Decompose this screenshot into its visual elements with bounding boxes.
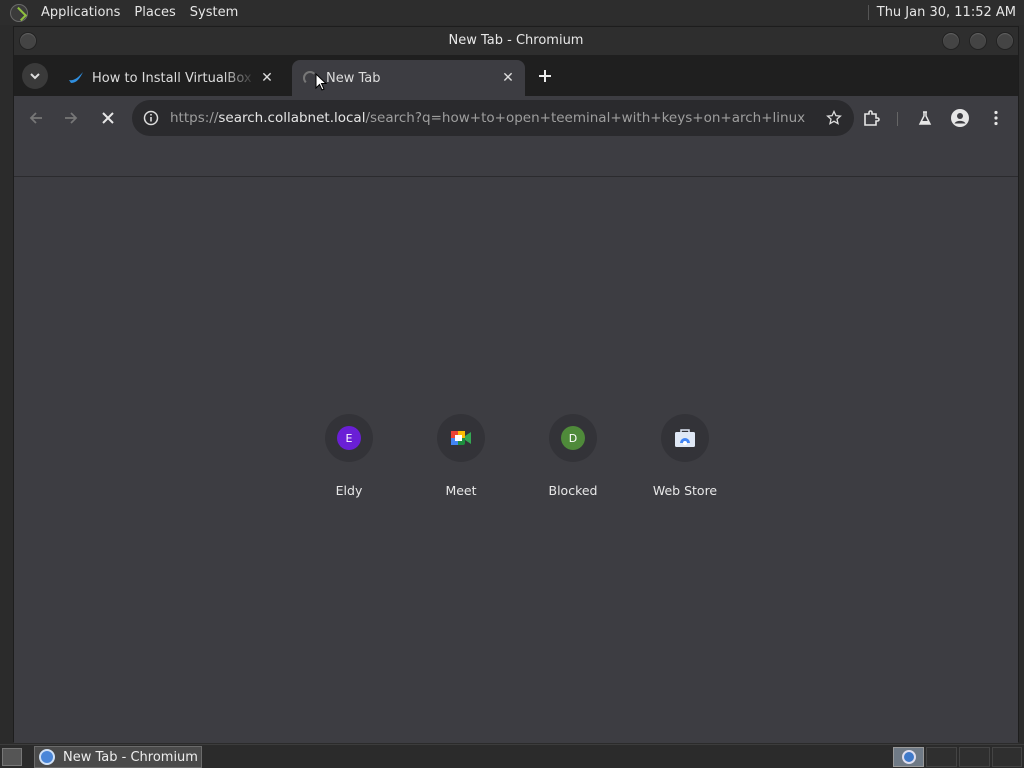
profile-button[interactable]: [946, 104, 974, 132]
taskbar-window-label: New Tab - Chromium: [63, 749, 198, 765]
clock[interactable]: Thu Jan 30, 11:52 AM: [867, 5, 1020, 20]
arrow-right-icon: [65, 112, 78, 124]
close-icon: [102, 112, 114, 124]
maximize-button[interactable]: [969, 32, 987, 50]
url-host: search.collabnet.local: [218, 110, 366, 126]
taskbar-window-button[interactable]: New Tab - Chromium: [34, 746, 202, 768]
web-store-icon: [675, 429, 695, 447]
arrow-left-icon: [29, 112, 42, 124]
system-menu[interactable]: System: [183, 0, 245, 25]
url-text[interactable]: https://search.collabnet.local/search?q=…: [170, 110, 820, 126]
stop-loading-button[interactable]: [94, 104, 122, 132]
shortcut-icon-circle: E: [325, 414, 373, 462]
browser-menu-button[interactable]: [982, 104, 1010, 132]
toolbar-separator: [897, 112, 898, 126]
new-tab-page: E Eldy Meet D Blocked Web Store: [14, 177, 1018, 743]
applications-menu[interactable]: Applications: [34, 0, 127, 25]
tab-title: How to Install VirtualBox on: [92, 70, 256, 86]
close-tab-icon[interactable]: ✕: [497, 67, 519, 89]
url-scheme: https://: [170, 110, 219, 126]
flask-icon: [918, 111, 932, 125]
puzzle-icon: [864, 110, 880, 126]
workspace-switcher-4[interactable]: [992, 747, 1022, 767]
chevron-down-icon: [30, 73, 40, 80]
shortcut-web-store[interactable]: Web Store: [635, 414, 735, 504]
bird-icon: [68, 70, 84, 86]
url-path: /search?q=how+to+open+teeminal+with+keys…: [365, 110, 806, 126]
close-window-button[interactable]: [996, 32, 1014, 50]
avatar-icon: [951, 109, 969, 127]
shortcut-blocked[interactable]: D Blocked: [523, 414, 623, 504]
window-titlebar[interactable]: New Tab - Chromium: [14, 27, 1018, 55]
info-icon[interactable]: [142, 109, 160, 127]
new-tab-button[interactable]: [533, 64, 557, 88]
window-menu-button[interactable]: [19, 32, 37, 50]
chromium-icon: [39, 749, 55, 765]
browser-window: New Tab - Chromium How to Install Virtua…: [13, 26, 1019, 743]
shortcut-icon-circle: [437, 414, 485, 462]
shortcut-icon-circle: D: [549, 414, 597, 462]
shortcut-label: Blocked: [548, 483, 598, 498]
shortcut-eldy[interactable]: E Eldy: [299, 414, 399, 504]
bottom-taskbar: New Tab - Chromium: [0, 744, 1024, 768]
shortcut-label: Eldy: [335, 483, 363, 498]
tab-virtualbox[interactable]: How to Install VirtualBox on ✕: [58, 60, 284, 96]
labs-button[interactable]: [911, 104, 939, 132]
show-desktop-icon[interactable]: [2, 748, 22, 766]
extensions-button[interactable]: [857, 104, 885, 132]
bookmark-star-icon[interactable]: [820, 104, 848, 132]
chromium-icon: [901, 750, 916, 764]
letter-avatar-icon: D: [561, 426, 585, 450]
distro-logo-icon[interactable]: [10, 3, 28, 22]
tab-search-button[interactable]: [22, 63, 48, 89]
shortcut-label: Meet: [445, 483, 477, 498]
shortcut-icon-circle: [661, 414, 709, 462]
kebab-menu-icon: [994, 110, 998, 126]
window-title: New Tab - Chromium: [448, 33, 584, 48]
shortcut-meet[interactable]: Meet: [411, 414, 511, 504]
tab-strip: How to Install VirtualBox on ✕ New Tab ✕: [14, 55, 1018, 96]
places-menu[interactable]: Places: [127, 0, 182, 25]
toolbar: https://search.collabnet.local/search?q=…: [14, 96, 1018, 140]
workspace-switcher-1[interactable]: [893, 747, 924, 767]
back-button[interactable]: [22, 104, 50, 132]
forward-button[interactable]: [57, 104, 85, 132]
letter-avatar-icon: E: [337, 426, 361, 450]
tab-title: New Tab: [326, 70, 381, 86]
plus-icon: [539, 70, 551, 82]
workspace-switcher-2[interactable]: [926, 747, 957, 767]
workspace-switcher-3[interactable]: [959, 747, 990, 767]
minimize-button[interactable]: [942, 32, 960, 50]
mouse-cursor-icon: [315, 73, 327, 91]
meet-icon: [451, 431, 471, 445]
shortcut-label: Web Store: [652, 483, 718, 498]
address-bar[interactable]: https://search.collabnet.local/search?q=…: [132, 100, 854, 136]
top-panel: Applications Places System Thu Jan 30, 1…: [0, 0, 1024, 25]
close-tab-icon[interactable]: ✕: [256, 67, 278, 89]
bookmarks-bar: [14, 140, 1018, 177]
